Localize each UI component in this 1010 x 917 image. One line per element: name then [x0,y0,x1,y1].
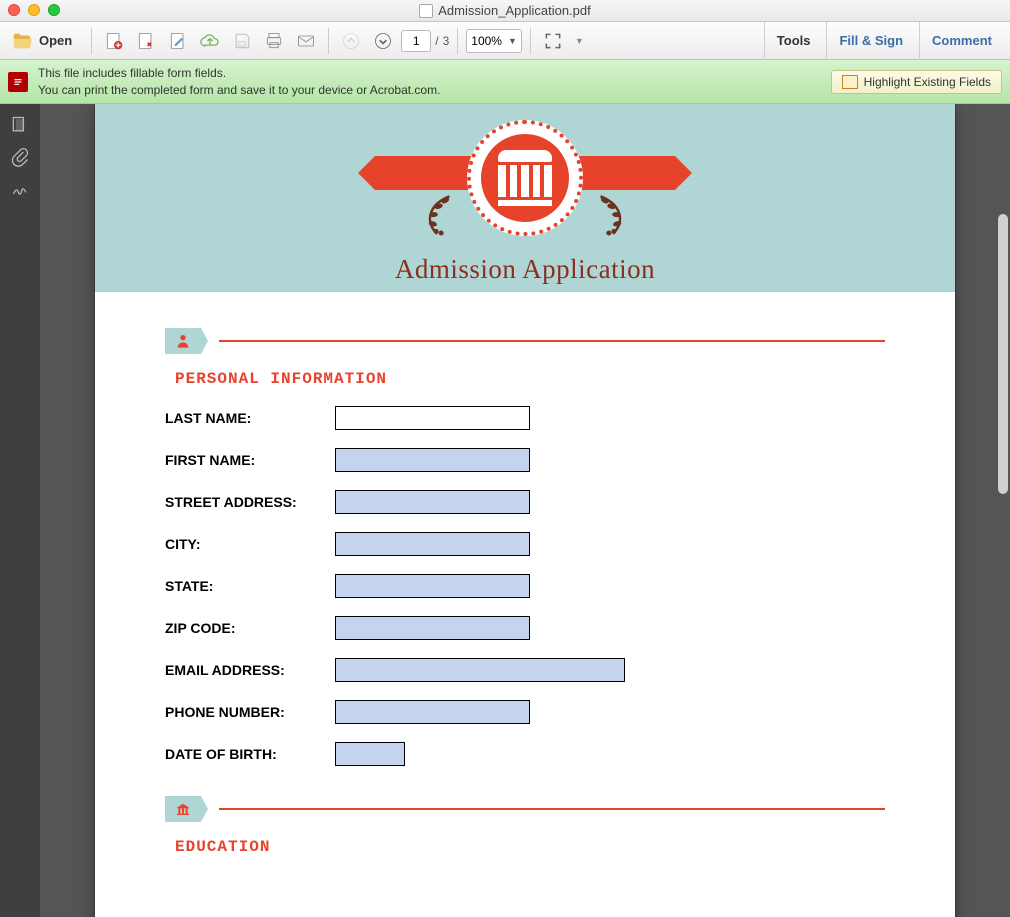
emblem-icon [467,120,583,236]
form-input[interactable] [335,532,530,556]
form-input[interactable] [335,448,530,472]
vertical-scrollbar[interactable] [998,214,1008,494]
field-row: STATE: [165,574,885,598]
signatures-icon[interactable] [9,178,31,200]
pdf-form-icon [8,72,28,92]
comment-button[interactable]: Comment [919,22,1004,60]
field-row: DATE OF BIRTH: [165,742,885,766]
page-sep: / [435,34,438,48]
field-label: ZIP CODE: [165,620,335,636]
workspace: Admission Application PERSONAL INFORMATI… [0,104,1010,917]
field-label: STATE: [165,578,335,594]
field-row: PHONE NUMBER: [165,700,885,724]
convert-pdf-icon[interactable] [132,27,160,55]
highlight-fields-button[interactable]: Highlight Existing Fields [831,70,1002,94]
tools-button[interactable]: Tools [764,22,823,60]
fill-sign-button[interactable]: Fill & Sign [826,22,915,60]
mail-icon[interactable] [292,27,320,55]
field-label: STREET ADDRESS: [165,494,335,510]
chevron-down-icon: ▼ [508,36,517,46]
form-input[interactable] [335,406,530,430]
pdf-page: Admission Application PERSONAL INFORMATI… [95,104,955,917]
section-title-education: EDUCATION [175,838,885,856]
save-icon[interactable] [228,27,256,55]
field-row: LAST NAME: [165,406,885,430]
field-row: CITY: [165,532,885,556]
chevron-down-icon[interactable]: ▼ [575,36,584,46]
person-icon [165,328,201,354]
page-down-icon[interactable] [369,27,397,55]
section-header-education [165,796,885,822]
create-pdf-icon[interactable] [100,27,128,55]
upload-icon[interactable] [196,27,224,55]
field-label: FIRST NAME: [165,452,335,468]
banner-title: Admission Application [395,254,655,285]
open-button-label: Open [39,33,72,48]
minimize-window-button[interactable] [28,4,40,16]
page-current-input[interactable] [401,30,431,52]
edit-pdf-icon[interactable] [164,27,192,55]
section-title-personal: PERSONAL INFORMATION [175,370,885,388]
info-line-1: This file includes fillable form fields. [38,65,831,81]
side-rail [0,104,40,917]
thumbnails-icon[interactable] [9,114,31,136]
main-toolbar: Open / 3 100% ▼ ▼ Tools [0,22,1010,60]
maximize-window-button[interactable] [48,4,60,16]
pdf-viewer[interactable]: Admission Application PERSONAL INFORMATI… [40,104,1010,917]
section-header-personal [165,328,885,354]
form-input[interactable] [335,742,405,766]
window-title: Admission_Application.pdf [438,3,590,18]
open-button[interactable]: Open [6,25,83,57]
form-input[interactable] [335,574,530,598]
form-input[interactable] [335,700,530,724]
form-input[interactable] [335,616,530,640]
banner: Admission Application [95,104,955,292]
fit-window-icon[interactable] [539,27,567,55]
field-label: EMAIL ADDRESS: [165,662,335,678]
field-row: ZIP CODE: [165,616,885,640]
close-window-button[interactable] [8,4,20,16]
field-row: STREET ADDRESS: [165,490,885,514]
field-label: LAST NAME: [165,410,335,426]
form-info-band: This file includes fillable form fields.… [0,60,1010,104]
document-icon [419,4,433,18]
zoom-value: 100% [471,34,502,48]
form-area: PERSONAL INFORMATION LAST NAME: FIRST NAM… [95,292,955,894]
traffic-lights [8,4,60,16]
field-label: CITY: [165,536,335,552]
building-icon [165,796,201,822]
info-line-2: You can print the completed form and sav… [38,82,831,98]
field-row: EMAIL ADDRESS: [165,658,885,682]
page-up-icon[interactable] [337,27,365,55]
field-row: FIRST NAME: [165,448,885,472]
page-number-controls: / 3 [401,30,449,52]
window-titlebar: Admission_Application.pdf [0,0,1010,22]
highlight-icon [842,75,858,89]
field-label: PHONE NUMBER: [165,704,335,720]
form-input[interactable] [335,658,625,682]
zoom-select[interactable]: 100% ▼ [466,29,522,53]
print-icon[interactable] [260,27,288,55]
field-label: DATE OF BIRTH: [165,746,335,762]
highlight-fields-label: Highlight Existing Fields [864,75,991,89]
form-input[interactable] [335,490,530,514]
attachments-icon[interactable] [9,146,31,168]
page-total: 3 [443,34,450,48]
